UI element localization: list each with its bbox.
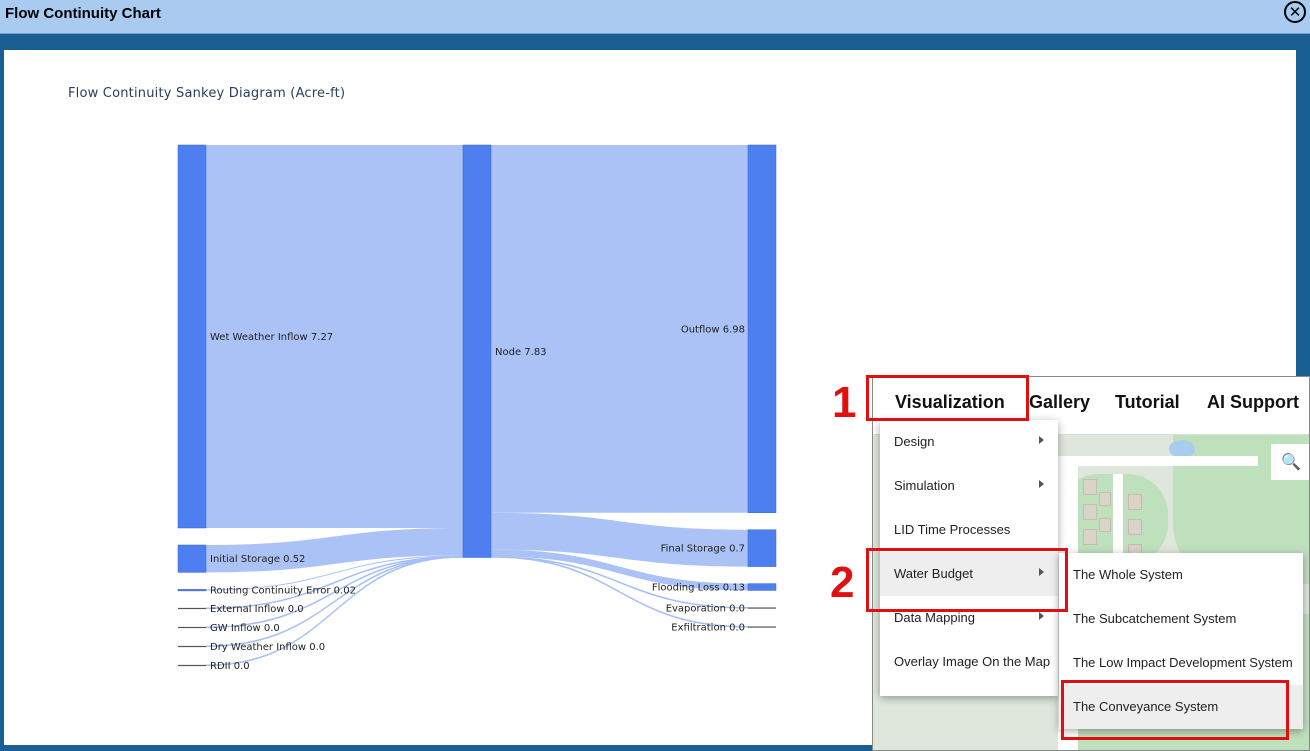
building — [1099, 492, 1111, 506]
step-number-1: 1 — [832, 378, 857, 427]
menu-item-label: Design — [894, 434, 935, 449]
menu-item-label: Data Mapping — [894, 610, 975, 625]
sankey-node-node[interactable] — [462, 144, 492, 558]
sankey-label-rdii: RDII 0.0 — [210, 661, 250, 672]
submenu-item-label: The Whole System — [1073, 567, 1183, 582]
highlight-visualization — [866, 375, 1029, 421]
menu-item-lid-time-processes[interactable]: LID Time Processes — [880, 508, 1058, 552]
sankey-label-ei: External Inflow 0.0 — [210, 604, 304, 615]
sankey-node-out[interactable] — [747, 144, 777, 513]
sankey-node-rce[interactable] — [177, 589, 207, 592]
menu-item-simulation[interactable]: Simulation — [880, 464, 1058, 508]
building — [1128, 494, 1142, 510]
highlight-water-budget — [866, 548, 1068, 612]
caret-right-icon — [1039, 480, 1044, 488]
building — [1083, 529, 1097, 545]
sankey-label-node: Node 7.83 — [495, 347, 547, 358]
menu-item-label: LID Time Processes — [894, 522, 1011, 537]
road — [1058, 456, 1258, 466]
submenu-item-subcatchment-system[interactable]: The Subcatchement System — [1059, 597, 1303, 641]
nav-tutorial[interactable]: Tutorial — [1115, 392, 1180, 413]
sankey-label-rce: Routing Continuity Error 0.02 — [210, 586, 356, 597]
building — [1083, 479, 1097, 495]
sankey-node-ex[interactable] — [748, 626, 776, 628]
building — [1099, 518, 1111, 532]
step-number-2: 2 — [830, 558, 855, 607]
submenu-item-whole-system[interactable]: The Whole System — [1059, 553, 1303, 597]
sankey-label-dwi: Dry Weather Inflow 0.0 — [210, 642, 325, 653]
submenu-item-label: The Low Impact Development System — [1073, 655, 1293, 670]
caret-right-icon — [1039, 612, 1044, 620]
caret-right-icon — [1039, 436, 1044, 444]
sankey-label-wwi: Wet Weather Inflow 7.27 — [210, 332, 333, 343]
sankey-label-fl: Flooding Loss 0.13 — [652, 583, 745, 594]
submenu-item-lid-system[interactable]: The Low Impact Development System — [1059, 641, 1303, 685]
sankey-link-is-node — [206, 528, 463, 573]
sankey-label-ev: Evaporation 0.0 — [666, 604, 745, 615]
menu-item-label: Simulation — [894, 478, 955, 493]
magnifier-icon[interactable]: 🔍 — [1271, 444, 1309, 480]
sankey-label-fs: Final Storage 0.7 — [661, 544, 745, 555]
sankey-node-fl[interactable] — [747, 583, 777, 591]
sankey-label-ex: Exfiltration 0.0 — [671, 623, 745, 634]
sankey-label-out: Outflow 6.98 — [681, 324, 745, 335]
sankey-label-is: Initial Storage 0.52 — [210, 554, 305, 565]
building — [1128, 519, 1142, 535]
nav-gallery[interactable]: Gallery — [1029, 392, 1090, 413]
sankey-node-fs[interactable] — [747, 529, 777, 567]
sankey-node-wwi[interactable] — [177, 144, 207, 529]
sankey-label-gw: GW Inflow 0.0 — [210, 623, 280, 634]
sankey-node-ei[interactable] — [178, 607, 206, 610]
building — [1083, 504, 1097, 520]
sankey-node-rdii[interactable] — [178, 664, 206, 667]
sankey-node-ev[interactable] — [748, 607, 776, 609]
sankey-node-dwi[interactable] — [178, 645, 206, 648]
submenu-item-label: The Subcatchement System — [1073, 611, 1237, 626]
menu-item-design[interactable]: Design — [880, 420, 1058, 464]
sankey-node-gw[interactable] — [178, 626, 206, 629]
highlight-conveyance-system — [1061, 680, 1289, 740]
menu-item-overlay-image[interactable]: Overlay Image On the Map — [880, 640, 1058, 684]
nav-ai-support[interactable]: AI Support — [1207, 392, 1299, 413]
sankey-node-is[interactable] — [177, 544, 207, 573]
menu-item-label: Overlay Image On the Map — [894, 654, 1051, 669]
